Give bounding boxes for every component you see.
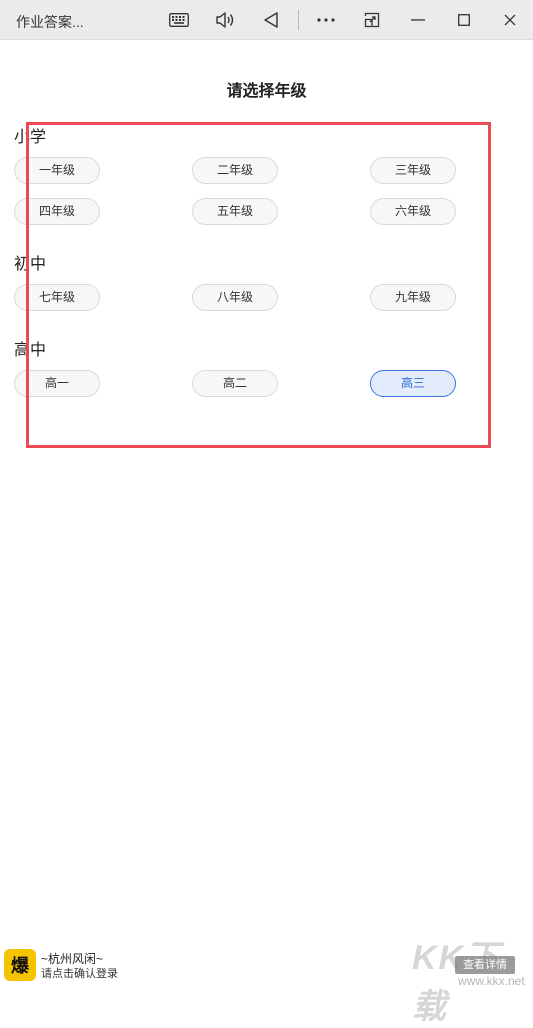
ad-logo-icon[interactable]: 爆 — [4, 949, 36, 981]
grade-button-4[interactable]: 四年级 — [14, 198, 100, 225]
grade-button-8[interactable]: 八年级 — [192, 284, 278, 311]
grade-button-5[interactable]: 五年级 — [192, 198, 278, 225]
grade-button-senior-2[interactable]: 高二 — [192, 370, 278, 397]
grade-button-1[interactable]: 一年级 — [14, 157, 100, 184]
grade-button-senior-3[interactable]: 高三 — [370, 370, 456, 397]
back-triangle-icon[interactable] — [260, 9, 282, 31]
minimize-icon[interactable] — [407, 9, 429, 31]
section-title-junior: 初中 — [14, 256, 47, 273]
title-bar-divider — [298, 10, 299, 30]
section-title-senior: 高中 — [14, 342, 47, 359]
keyboard-icon[interactable] — [168, 9, 190, 31]
grade-button-2[interactable]: 二年级 — [192, 157, 278, 184]
watermark-url: www.kkx.net — [458, 974, 525, 988]
window-title-bar: 作业答案... — [0, 0, 533, 40]
more-icon[interactable] — [315, 9, 337, 31]
grade-button-senior-1[interactable]: 高一 — [14, 370, 100, 397]
grade-button-3[interactable]: 三年级 — [370, 157, 456, 184]
grade-button-6[interactable]: 六年级 — [370, 198, 456, 225]
maximize-icon[interactable] — [453, 9, 475, 31]
grade-button-7[interactable]: 七年级 — [14, 284, 100, 311]
grade-button-9[interactable]: 九年级 — [370, 284, 456, 311]
volume-icon[interactable] — [214, 9, 236, 31]
ad-subtitle[interactable]: 请点击确认登录 — [41, 965, 118, 981]
page-title: 请选择年级 — [226, 83, 307, 100]
restore-window-icon[interactable] — [361, 9, 383, 31]
window-title: 作业答案... — [16, 14, 84, 30]
close-icon[interactable] — [499, 9, 521, 31]
section-title-primary: 小学 — [14, 129, 47, 146]
ad-detail-button[interactable]: 查看详情 — [455, 956, 515, 974]
